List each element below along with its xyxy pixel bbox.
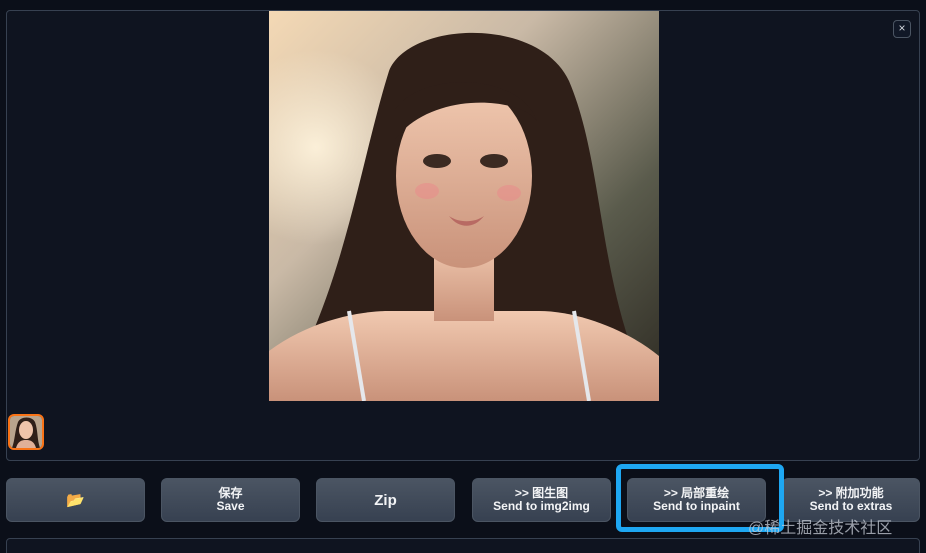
main-image[interactable] xyxy=(269,11,659,401)
send-to-inpaint-button[interactable]: >> 局部重绘 Send to inpaint xyxy=(627,478,766,522)
portrait-image xyxy=(269,11,659,401)
send-to-img2img-button[interactable]: >> 图生图 Send to img2img xyxy=(472,478,611,522)
zip-button[interactable]: Zip xyxy=(316,478,455,522)
bottom-panel xyxy=(6,538,920,553)
thumbnail-image xyxy=(10,416,42,448)
watermark-text: @稀土掘金技术社区 xyxy=(748,520,893,537)
inpaint-label-en: Send to inpaint xyxy=(653,499,740,513)
zip-label: Zip xyxy=(374,491,397,509)
save-button[interactable]: 保存 Save xyxy=(161,478,300,522)
extras-label-en: Send to extras xyxy=(809,499,893,513)
gallery-thumbnail[interactable] xyxy=(8,414,44,450)
image-gallery: × xyxy=(6,10,920,461)
img2img-label-en: Send to img2img xyxy=(493,499,590,513)
close-icon[interactable]: × xyxy=(893,20,911,38)
folder-icon: 📂 xyxy=(66,491,85,509)
save-label-en: Save xyxy=(216,499,245,513)
open-folder-button[interactable]: 📂 xyxy=(6,478,145,522)
app-root: × 📂 保存 Save Zip >> 图生图 Send to img2img >… xyxy=(0,0,926,553)
